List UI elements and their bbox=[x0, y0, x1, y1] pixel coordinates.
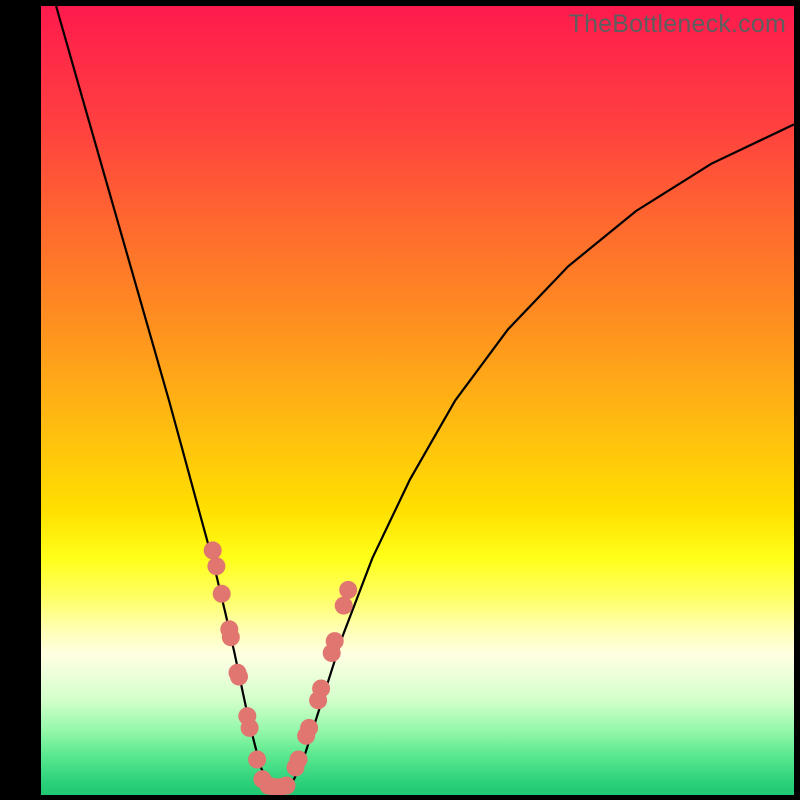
data-marker bbox=[300, 719, 318, 737]
curve-path bbox=[56, 6, 794, 787]
markers-right-group bbox=[287, 581, 358, 777]
data-marker bbox=[278, 777, 296, 795]
data-marker bbox=[222, 628, 240, 646]
bottleneck-curve bbox=[41, 6, 794, 795]
data-marker bbox=[213, 585, 231, 603]
data-marker bbox=[335, 597, 353, 615]
plot-area: TheBottleneck.com bbox=[41, 6, 794, 795]
data-marker bbox=[241, 719, 259, 737]
chart-frame: TheBottleneck.com bbox=[0, 0, 800, 800]
data-marker bbox=[326, 632, 344, 650]
data-marker bbox=[207, 557, 225, 575]
data-marker bbox=[204, 541, 222, 559]
data-marker bbox=[312, 680, 330, 698]
markers-bottom-group bbox=[259, 777, 295, 796]
data-marker bbox=[248, 751, 266, 769]
markers-left-group bbox=[204, 541, 272, 788]
data-marker bbox=[290, 751, 308, 769]
data-marker bbox=[339, 581, 357, 599]
data-marker bbox=[230, 668, 248, 686]
